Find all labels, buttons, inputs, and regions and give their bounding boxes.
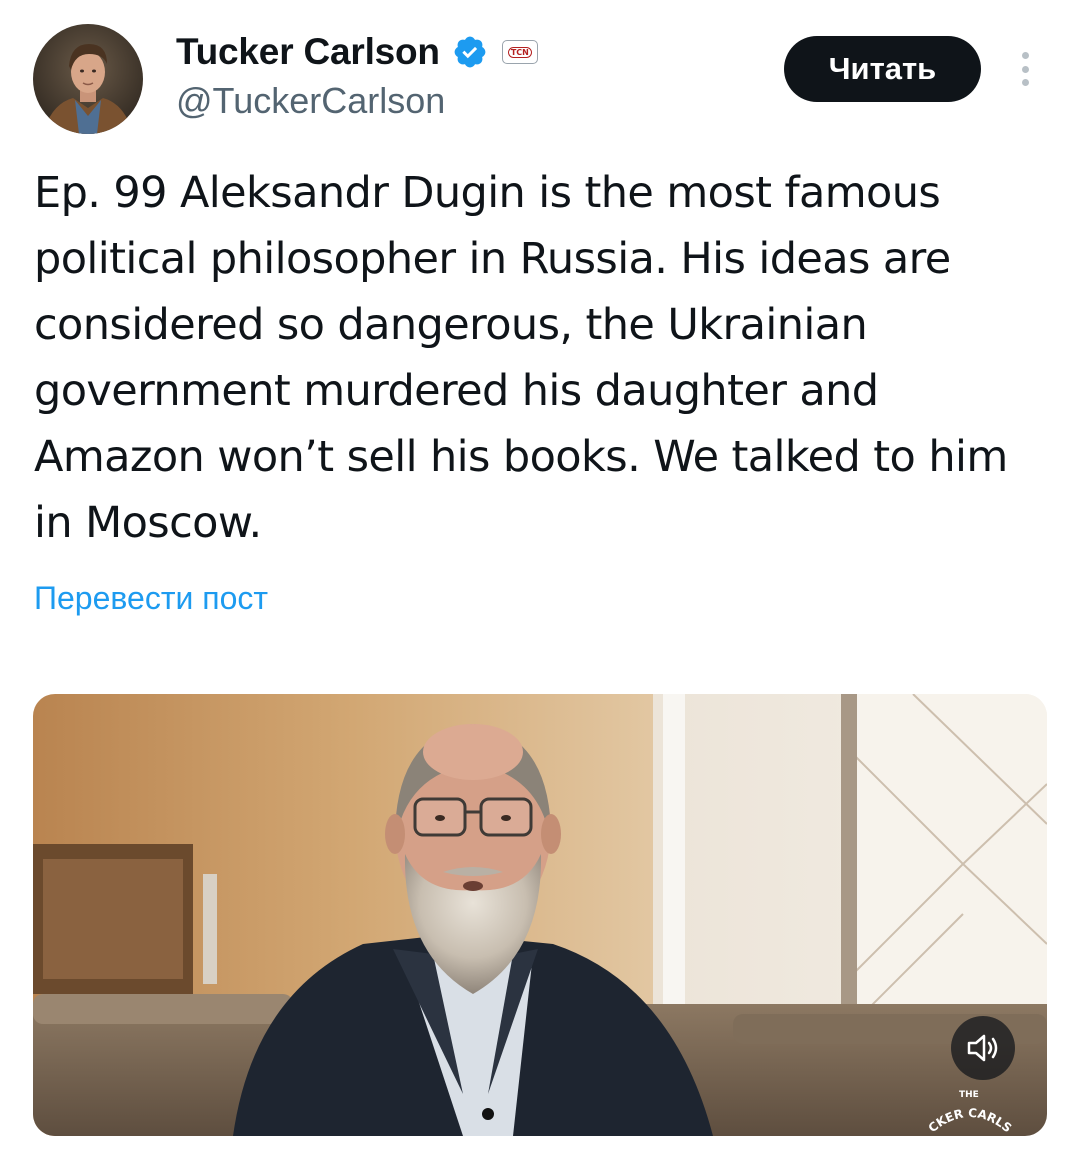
speaker-volume-icon[interactable]	[951, 1016, 1015, 1080]
video-frame	[33, 694, 1047, 1136]
affiliation-badge-label: TCN	[507, 46, 532, 58]
tweet-text: Ep. 99 Aleksandr Dugin is the most famou…	[34, 168, 1008, 548]
affiliation-badge[interactable]: TCN	[501, 40, 538, 64]
watermark-arc-text: CKER CARLS	[926, 1106, 1015, 1135]
channel-watermark: THE CKER CARLS	[915, 1088, 1025, 1136]
verified-badge-icon	[454, 36, 486, 68]
author-name-row: Tucker Carlson TCN	[176, 28, 538, 76]
read-button[interactable]: Читать	[784, 36, 981, 102]
author-avatar[interactable]	[33, 24, 143, 134]
translate-post-link[interactable]: Перевести пост	[34, 580, 268, 617]
more-vertical-icon[interactable]	[1008, 46, 1042, 92]
svg-text:CKER CARLS: CKER CARLS	[926, 1106, 1015, 1135]
author-display-name[interactable]: Tucker Carlson	[176, 31, 440, 73]
video-player[interactable]: THE CKER CARLS	[33, 694, 1047, 1136]
author-handle[interactable]: @TuckerCarlson	[176, 80, 445, 122]
